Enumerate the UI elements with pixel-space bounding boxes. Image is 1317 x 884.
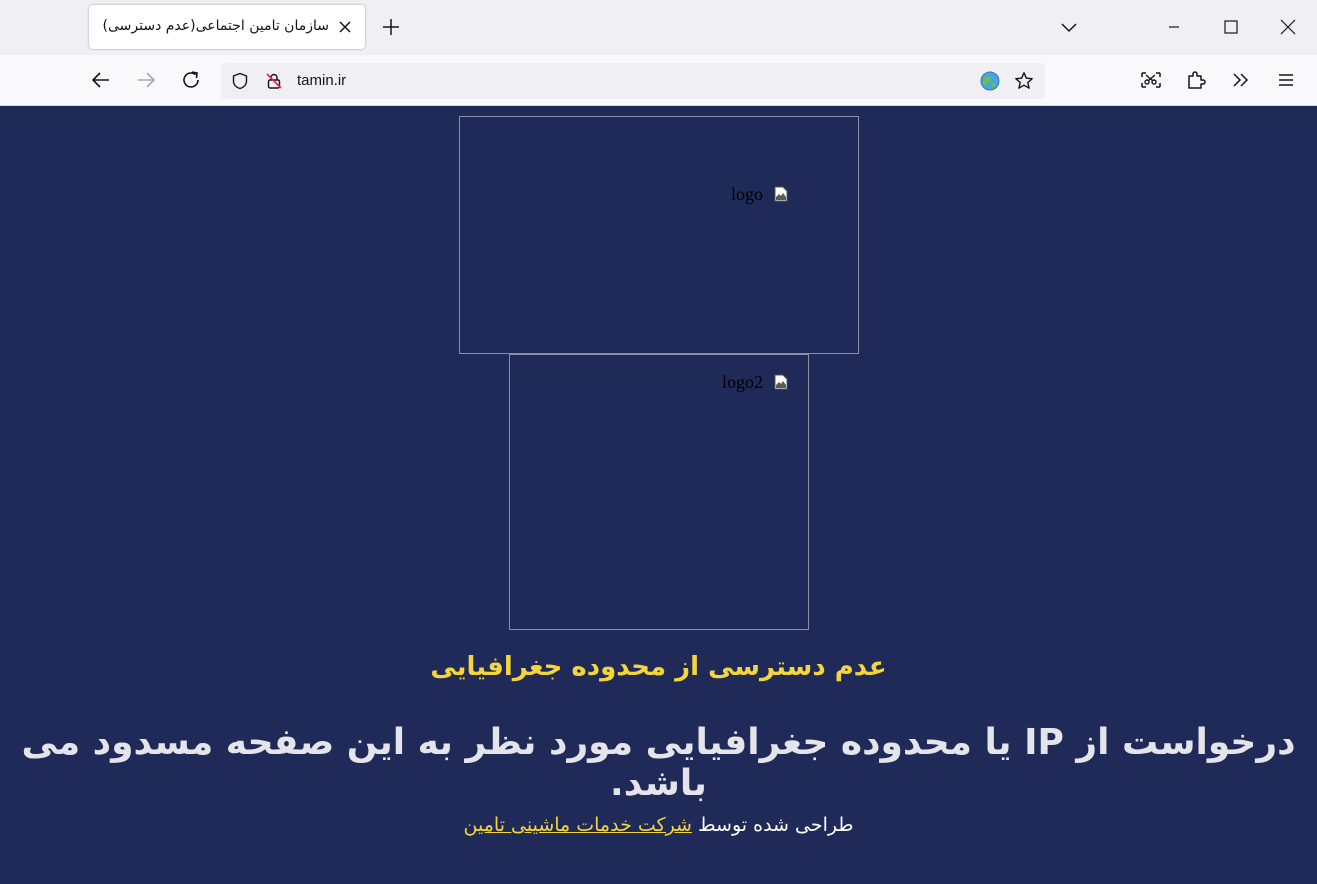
insecure-lock-icon[interactable] bbox=[265, 72, 283, 90]
chevrons-right-icon[interactable] bbox=[1228, 67, 1254, 93]
globe-icon[interactable] bbox=[980, 71, 1000, 91]
shield-icon[interactable] bbox=[231, 72, 249, 90]
page-content: logo logo2 عدم دسترسی از محدوده جغرافیای… bbox=[0, 106, 1317, 884]
plus-icon[interactable] bbox=[382, 18, 400, 36]
broken-image-icon bbox=[774, 186, 788, 202]
logo2-alt-text: logo2 bbox=[722, 372, 764, 392]
broken-image-icon bbox=[774, 374, 788, 390]
screenshot-tool-icon[interactable] bbox=[1138, 67, 1164, 93]
reload-icon[interactable] bbox=[178, 67, 204, 93]
footer-company-link[interactable]: شرکت خدمات ماشینی تامین bbox=[464, 814, 692, 836]
window-close-icon[interactable] bbox=[1265, 12, 1311, 42]
maximize-icon[interactable] bbox=[1208, 12, 1254, 42]
arrow-right-icon[interactable] bbox=[133, 67, 159, 93]
footer-prefix: طراحی شده توسط bbox=[698, 814, 854, 836]
chevron-down-icon[interactable] bbox=[1060, 18, 1078, 36]
star-icon[interactable] bbox=[1014, 71, 1034, 91]
url-text[interactable]: tamin.ir bbox=[297, 72, 346, 89]
url-bar[interactable]: tamin.ir bbox=[221, 63, 1045, 99]
block-message: درخواست از IP یا محدوده جغرافیایی مورد ن… bbox=[21, 722, 1296, 804]
close-icon[interactable] bbox=[337, 19, 353, 35]
page-title: عدم دسترسی از محدوده جغرافیایی bbox=[430, 652, 887, 682]
logo-alt-text: logo bbox=[731, 184, 764, 204]
hamburger-icon[interactable] bbox=[1273, 67, 1299, 93]
logo-image: logo bbox=[459, 116, 859, 354]
minimize-icon[interactable] bbox=[1151, 12, 1197, 42]
footer: طراحی شده توسط شرکت خدمات ماشینی تامین bbox=[0, 814, 1317, 836]
browser-titlebar: سازمان تامین اجتماعی(عدم دسترسی) bbox=[0, 0, 1317, 55]
browser-navbar: tamin.ir bbox=[0, 55, 1317, 106]
arrow-left-icon[interactable] bbox=[88, 67, 114, 93]
browser-tab[interactable]: سازمان تامین اجتماعی(عدم دسترسی) bbox=[89, 5, 365, 49]
tab-title: سازمان تامین اجتماعی(عدم دسترسی) bbox=[102, 18, 329, 34]
puzzle-icon[interactable] bbox=[1183, 67, 1209, 93]
logo2-image: logo2 bbox=[509, 354, 809, 630]
